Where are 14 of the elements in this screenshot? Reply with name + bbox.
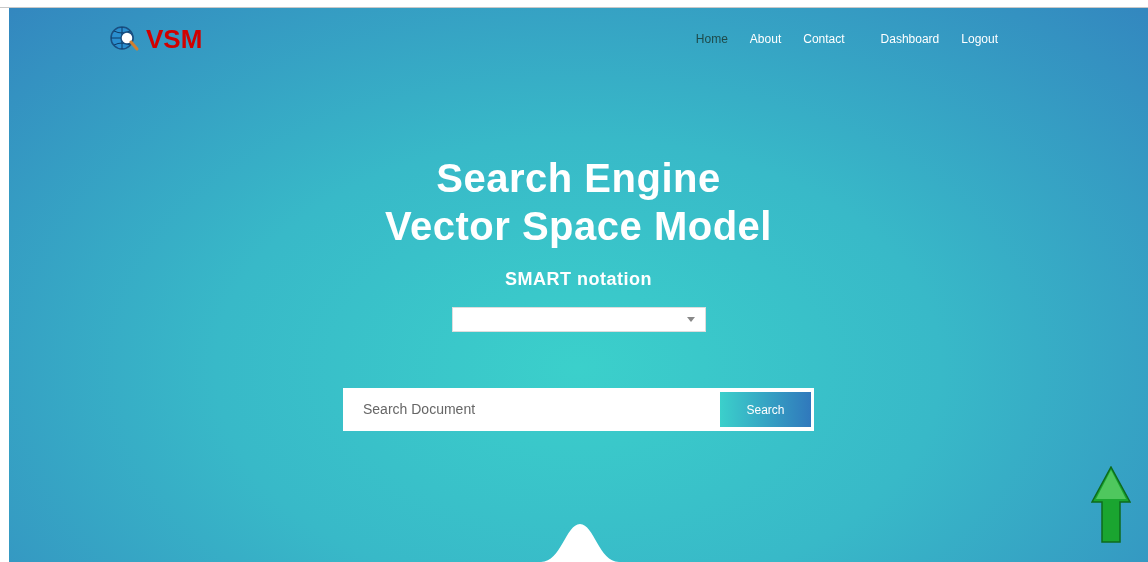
caret-icon [686, 317, 695, 322]
hero-title: Vector Space Model [385, 203, 772, 250]
nav-link[interactable]: About [749, 30, 782, 48]
notation-dropdown[interactable] [451, 307, 706, 332]
nav-link[interactable]: Contact [803, 30, 845, 48]
nav-link[interactable]: Logout [961, 30, 998, 48]
up-arrow-icon [1091, 466, 1131, 543]
search-button[interactable]: Search [720, 392, 811, 427]
hero-title: Search Engine [436, 155, 721, 202]
search-field[interactable]: Search Document Search [343, 388, 814, 431]
logo-text: VSM [146, 26, 203, 52]
nav-link[interactable]: Dashboard [880, 30, 940, 48]
hero-subtitle: SMART notation [505, 268, 652, 291]
nav-link[interactable]: Home [695, 30, 728, 48]
